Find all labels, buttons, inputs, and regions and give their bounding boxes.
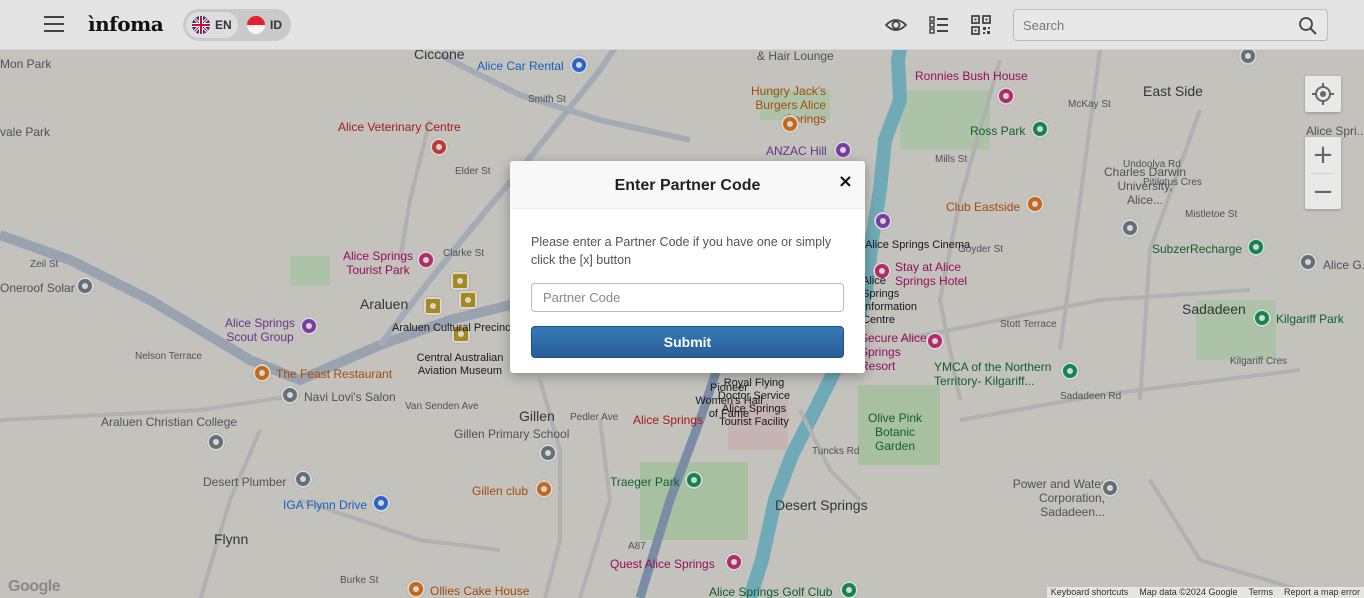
indonesia-flag-icon xyxy=(247,16,265,34)
search-input[interactable] xyxy=(1023,10,1293,40)
language-switcher: EN ID xyxy=(183,9,291,41)
zoom-controls: + − xyxy=(1305,137,1341,209)
hamburger-icon[interactable] xyxy=(44,16,64,32)
report-error-link[interactable]: Report a map error xyxy=(1284,587,1360,598)
my-location-button[interactable] xyxy=(1305,76,1341,112)
language-code: ID xyxy=(270,18,282,32)
close-icon[interactable]: × xyxy=(838,173,853,191)
zoom-out-button[interactable]: − xyxy=(1305,174,1341,210)
zoom-in-button[interactable]: + xyxy=(1305,137,1341,173)
top-header: ìnfoma EN ID Search xyxy=(0,0,1364,50)
uk-flag-icon xyxy=(192,16,210,34)
modal-title: Enter Partner Code xyxy=(614,177,761,194)
eye-icon[interactable] xyxy=(884,14,908,36)
map-data-text: Map data ©2024 Google xyxy=(1139,587,1238,597)
modal-header: Enter Partner Code × xyxy=(510,161,865,209)
map-attribution: Keyboard shortcuts Map data ©2024 Google… xyxy=(1046,587,1364,598)
qr-code-icon[interactable] xyxy=(970,14,992,36)
search-bar xyxy=(1013,9,1328,41)
partner-code-modal: Enter Partner Code × Please enter a Part… xyxy=(510,161,865,373)
terms-link[interactable]: Terms xyxy=(1248,587,1273,598)
language-code: EN xyxy=(215,18,232,32)
submit-button[interactable]: Submit xyxy=(531,326,844,358)
crosshair-icon xyxy=(1312,83,1334,105)
google-logo[interactable]: Google xyxy=(8,578,61,596)
list-icon[interactable] xyxy=(928,14,950,36)
language-option-id[interactable]: ID xyxy=(241,12,287,38)
partner-code-input[interactable] xyxy=(531,283,844,312)
keyboard-shortcuts-link[interactable]: Keyboard shortcuts xyxy=(1051,587,1129,598)
language-option-en[interactable]: EN xyxy=(186,12,238,38)
modal-message: Please enter a Partner Code if you have … xyxy=(531,235,832,267)
logo[interactable]: ìnfoma xyxy=(88,12,164,36)
search-icon[interactable] xyxy=(1298,16,1318,36)
